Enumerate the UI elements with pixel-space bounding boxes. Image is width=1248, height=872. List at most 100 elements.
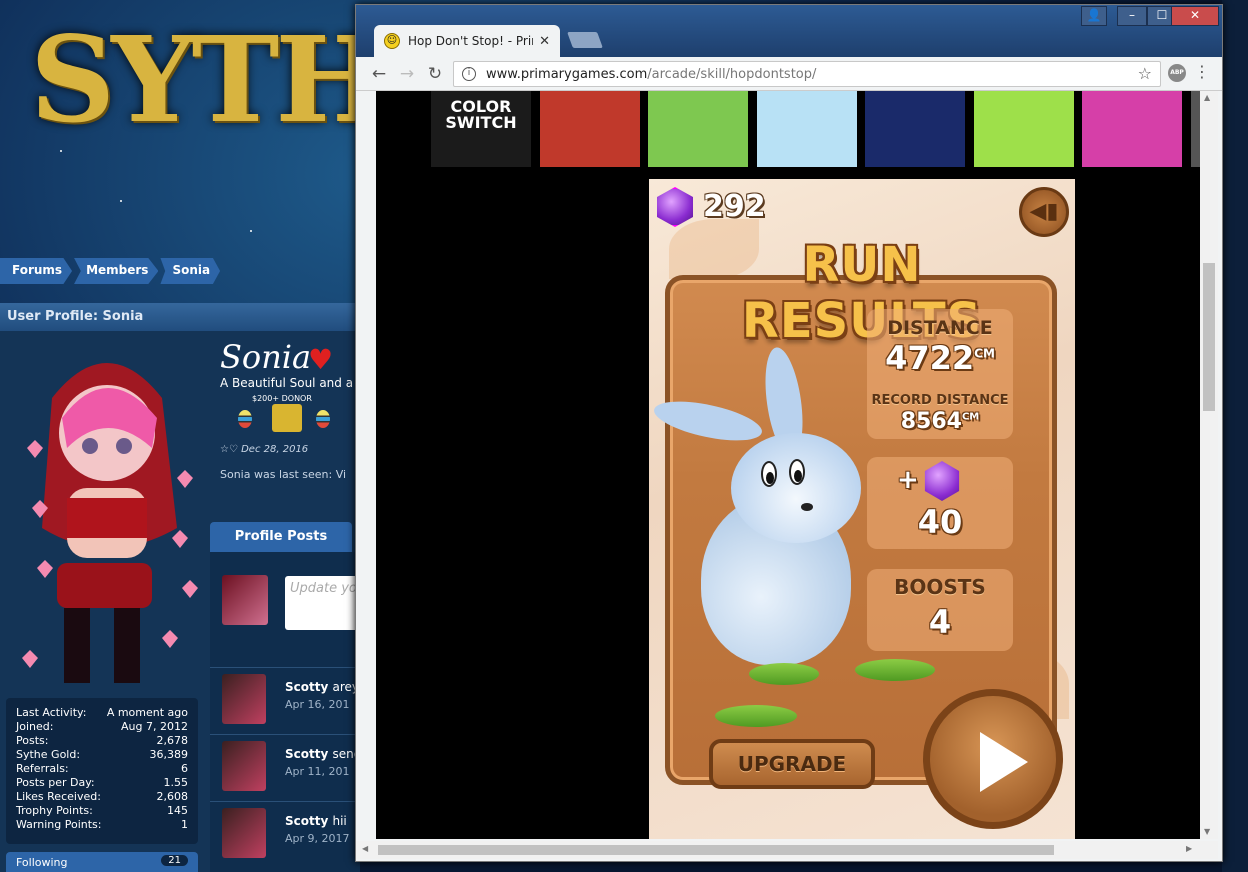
stat-row: Last Activity: A moment ago — [16, 706, 188, 720]
play-icon — [980, 732, 1028, 792]
stat-value: 145 — [167, 804, 188, 817]
back-icon[interactable]: ← — [368, 63, 390, 85]
stat-value: 2,608 — [156, 790, 189, 803]
distance-unit: CM — [974, 346, 995, 361]
stat-row: Posts: 2,678 — [16, 734, 188, 748]
stat-value: A moment ago — [106, 706, 188, 719]
stat-row: Warning Points: 1 — [16, 818, 188, 832]
easter-egg-icon — [316, 410, 330, 428]
browser-window: 👤 – ☐ ✕ ☺ Hop Don't Stop! - Primar ✕ ← →… — [355, 4, 1223, 862]
heart-icon: ♥ — [308, 343, 334, 376]
distance-value: 4722CM — [867, 339, 1013, 377]
bookmark-star-icon[interactable]: ☆ — [1138, 64, 1152, 83]
breadcrumb-forums[interactable]: Forums — [0, 258, 73, 284]
stat-value: 36,389 — [149, 748, 189, 761]
forward-icon[interactable]: → — [396, 63, 418, 85]
stat-label: Warning Points: — [16, 818, 102, 831]
title-bar: 👤 – ☐ ✕ ☺ Hop Don't Stop! - Primar ✕ — [356, 5, 1222, 57]
status-update-input[interactable]: Update yo — [285, 576, 365, 630]
adblock-icon[interactable]: ABP — [1168, 64, 1186, 82]
post-author-line: Scotty arey — [285, 680, 359, 694]
game-thumbnail-billiards[interactable] — [865, 91, 965, 167]
browser-tab[interactable]: ☺ Hop Don't Stop! - Primar ✕ — [374, 25, 560, 57]
gem-count: 292 — [703, 189, 766, 224]
game-thumbnail-powerpuff[interactable] — [1082, 91, 1182, 167]
post-author[interactable]: Scotty — [285, 747, 328, 761]
horizontal-scroll-thumb[interactable] — [378, 845, 1054, 855]
avatar[interactable] — [222, 741, 266, 791]
avatar[interactable] — [222, 674, 266, 724]
stat-row: Trophy Points: 145 — [16, 804, 188, 818]
boosts-label: BOOSTS — [894, 575, 986, 599]
reload-icon[interactable]: ↻ — [424, 63, 446, 85]
game-canvas[interactable]: 292 ◀▮ RUN RESULTS DISTANCE 4722CM RECOR… — [649, 179, 1075, 839]
horizontal-scrollbar[interactable]: ◀ ▶ — [356, 841, 1218, 859]
stat-value: 1 — [181, 818, 188, 831]
play-button[interactable] — [923, 689, 1063, 829]
tab-profile-posts[interactable]: Profile Posts — [210, 522, 352, 552]
post-date[interactable]: Apr 11, 201 — [285, 765, 350, 778]
page-gutter — [356, 91, 376, 845]
record-distance-value: 8564CM — [867, 409, 1013, 434]
user-avatar[interactable] — [12, 338, 202, 688]
avatar[interactable] — [222, 808, 266, 858]
stat-label: Posts per Day: — [16, 776, 95, 789]
user-stats: Last Activity: A moment ago Joined: Aug 7, … — [6, 698, 198, 844]
game-thumbnail-house[interactable] — [756, 91, 857, 167]
breadcrumb: Forums Members Sonia — [0, 258, 222, 284]
breadcrumb-sonia[interactable]: Sonia — [160, 258, 221, 284]
game-thumbnail-partial[interactable] — [1191, 91, 1200, 167]
following-count: 21 — [161, 855, 188, 866]
menu-icon[interactable]: ⋮ — [1194, 62, 1210, 81]
page-viewport: COLOR SWITCH 292 ◀▮ RUN RESULTS DISTANCE… — [376, 91, 1200, 839]
stat-label: Trophy Points: — [16, 804, 93, 817]
scroll-up-icon[interactable]: ▲ — [1204, 93, 1210, 102]
avatar[interactable] — [222, 575, 268, 625]
browser-toolbar: ← → ↻ i www.primarygames.com/arcade/skil… — [356, 57, 1222, 91]
stat-value: 1.55 — [163, 776, 189, 789]
post-author[interactable]: Scotty — [285, 680, 328, 694]
stat-row: Referrals: 6 — [16, 762, 188, 776]
sound-toggle-button[interactable]: ◀▮ — [1019, 187, 1069, 237]
scroll-left-icon[interactable]: ◀ — [362, 844, 368, 853]
game-thumbnail-cat[interactable] — [648, 91, 748, 167]
breadcrumb-members[interactable]: Members — [74, 258, 159, 284]
info-icon[interactable]: i — [462, 67, 476, 81]
stat-row: Posts per Day: 1.55 — [16, 776, 188, 790]
profile-post: Scotty send Apr 11, 201 — [210, 734, 361, 800]
following-label: Following — [16, 856, 68, 869]
stat-row: Joined: Aug 7, 2012 — [16, 720, 188, 734]
game-thumbnail-burger[interactable] — [539, 91, 640, 167]
profile-post: Scotty arey Apr 16, 201 — [210, 667, 360, 733]
post-author-line: Scotty hii — [285, 814, 347, 828]
lily-pad — [855, 659, 935, 681]
url-host: www.primarygames.com — [486, 66, 648, 82]
game-thumbnail-frog[interactable] — [973, 91, 1074, 167]
following-box[interactable]: Following 21 — [6, 852, 198, 872]
close-window-button[interactable]: ✕ — [1171, 6, 1219, 26]
stat-label: Last Activity: — [16, 706, 87, 719]
profile-username: Sonia — [220, 338, 312, 376]
bunny-nose — [801, 503, 813, 511]
post-author[interactable]: Scotty — [285, 814, 328, 828]
boosts-value: 4 — [928, 603, 952, 641]
stat-label: Joined: — [16, 720, 54, 733]
stat-value: 2,678 — [156, 734, 189, 747]
post-date[interactable]: Apr 16, 201 — [285, 698, 350, 711]
easter-egg-icon — [238, 410, 252, 428]
scroll-down-icon[interactable]: ▼ — [1204, 827, 1210, 836]
gems-earned-value: 40 — [917, 503, 963, 541]
minimize-button[interactable]: – — [1117, 6, 1147, 26]
vertical-scroll-thumb[interactable] — [1203, 263, 1215, 411]
upgrade-button[interactable]: UPGRADE — [709, 739, 875, 789]
address-bar[interactable]: i www.primarygames.com/arcade/skill/hopd… — [453, 61, 1161, 87]
game-thumbnail-color-switch[interactable]: COLOR SWITCH — [431, 91, 531, 167]
profile-button[interactable]: 👤 — [1081, 6, 1107, 26]
thumbnail-label: COLOR SWITCH — [445, 97, 517, 132]
tab-title: Hop Don't Stop! - Primar — [408, 34, 533, 48]
scroll-right-icon[interactable]: ▶ — [1186, 844, 1192, 853]
post-date[interactable]: Apr 9, 2017 — [285, 832, 350, 845]
new-tab-button[interactable] — [567, 32, 603, 48]
close-tab-icon[interactable]: ✕ — [539, 34, 550, 49]
vertical-scrollbar[interactable]: ▲ ▼ — [1200, 91, 1218, 839]
